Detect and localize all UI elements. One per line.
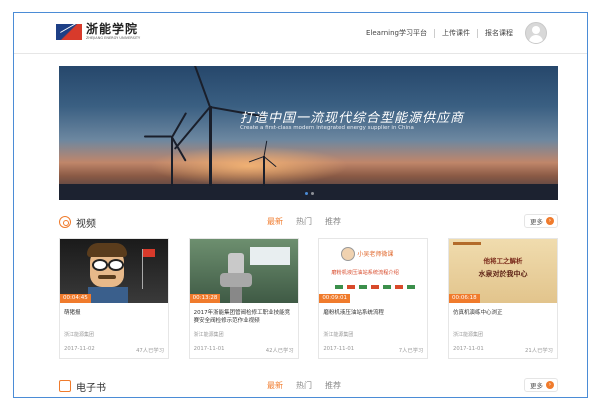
- video-org: 浙江能源集团: [64, 332, 95, 338]
- hero-banner[interactable]: 打造中国一流现代综合型能源供应商 Create a first-class mo…: [59, 66, 558, 200]
- logo-mark-icon: [56, 21, 82, 40]
- video-title[interactable]: 萌猪报: [64, 309, 164, 317]
- video-org: 浙江能源集团: [323, 332, 354, 338]
- video-org: 浙江能源集团: [452, 332, 483, 338]
- video-meta: 2017-11-02 47人已学习: [64, 346, 164, 354]
- video-section-header: 视频 最新 热门 推荐 更多 ›: [59, 213, 558, 231]
- book-icon: [59, 380, 71, 392]
- nav-divider: [476, 28, 478, 38]
- calligraphy-line: 水泉对於我中心: [478, 269, 528, 278]
- video-title[interactable]: 磨粉机液压油站系统流程: [323, 309, 423, 317]
- top-nav: Elearning学习平台 上传课件 报名课程: [366, 28, 513, 38]
- site-logo[interactable]: 浙能学院 ZHEJIANG ENERGY UNIVERSITY: [56, 21, 141, 41]
- banner-subtitle: Create a first-class modern integrated e…: [240, 125, 414, 131]
- video-card[interactable]: 他将工之解析 水泉对於我中心 00:06:18 仿真机演练中心浏正 浙江能源集团…: [447, 238, 558, 359]
- video-section-icon: [59, 216, 71, 228]
- nav-elearning-link[interactable]: Elearning学习平台: [366, 28, 427, 38]
- video-learners: 7人已学习: [398, 348, 424, 354]
- nav-upload-link[interactable]: 上传课件: [442, 28, 470, 38]
- more-label: 更多: [530, 218, 543, 226]
- site-header: 浙能学院 ZHEJIANG ENERGY UNIVERSITY Elearnin…: [14, 13, 587, 54]
- video-duration: 00:04:45: [60, 294, 91, 303]
- video-thumbnail[interactable]: 他将工之解析 水泉对於我中心 00:06:18: [448, 239, 557, 303]
- video-duration: 00:13:28: [189, 294, 221, 303]
- carousel-dot[interactable]: [311, 192, 314, 195]
- video-tabs: 最新 热门 推荐: [267, 216, 341, 227]
- video-tab-popular[interactable]: 热门: [296, 216, 312, 227]
- video-meta: 2017-11-01 7人已学习: [323, 346, 423, 354]
- video-date: 2017-11-01: [323, 346, 355, 352]
- video-section-title: 视频: [76, 219, 96, 230]
- ebook-tab-popular[interactable]: 热门: [296, 380, 312, 391]
- video-card[interactable]: 小吴老师微课 磨粉机液压油站系统流程介绍 00:09:01 磨粉机液压油站系统流…: [318, 238, 429, 359]
- carousel-dot[interactable]: [305, 192, 308, 195]
- video-title[interactable]: 2017年浙能集团管阀检修工职业技能竞赛安全阀检修示范作业视频: [194, 309, 294, 325]
- video-thumbnail[interactable]: 00:13:28: [189, 239, 298, 303]
- video-more-button[interactable]: 更多 ›: [524, 214, 558, 228]
- ebook-tab-recommended[interactable]: 推荐: [325, 380, 341, 391]
- video-title[interactable]: 仿真机演练中心浏正: [453, 309, 553, 317]
- video-learners: 21人已学习: [525, 348, 553, 354]
- video-tab-latest[interactable]: 最新: [267, 216, 283, 227]
- user-avatar-icon[interactable]: [525, 22, 547, 44]
- page-frame: 浙能学院 ZHEJIANG ENERGY UNIVERSITY Elearnin…: [13, 12, 588, 398]
- logo-subname: ZHEJIANG ENERGY UNIVERSITY: [86, 36, 141, 40]
- ebook-tabs: 最新 热门 推荐: [267, 380, 341, 391]
- slide-heading: 小吴老师微课: [357, 251, 394, 258]
- ebook-more-button[interactable]: 更多 ›: [524, 378, 558, 392]
- video-duration: 00:09:01: [319, 294, 351, 303]
- more-label: 更多: [530, 382, 543, 390]
- ebook-tab-latest[interactable]: 最新: [267, 380, 283, 391]
- video-org: 浙江能源集团: [193, 332, 224, 338]
- calligraphy-line: 他将工之解析: [483, 257, 523, 265]
- carousel-dots: [305, 192, 314, 195]
- arrow-right-icon: ›: [546, 217, 554, 225]
- video-card[interactable]: 00:13:28 2017年浙能集团管阀检修工职业技能竞赛安全阀检修示范作业视频…: [188, 238, 299, 359]
- video-meta: 2017-11-01 21人已学习: [453, 346, 553, 354]
- logo-name: 浙能学院: [86, 22, 139, 36]
- video-date: 2017-11-02: [64, 346, 95, 352]
- video-learners: 47人已学习: [136, 348, 164, 354]
- nav-divider: [433, 28, 435, 38]
- ebook-section-header: 电子书 最新 热门 推荐 更多 ›: [59, 377, 558, 395]
- nav-enroll-link[interactable]: 报名课程: [485, 28, 513, 38]
- ebook-section-title: 电子书: [76, 383, 106, 394]
- video-duration: 00:06:18: [448, 294, 480, 303]
- video-date: 2017-11-01: [452, 346, 484, 352]
- video-thumbnail[interactable]: 00:04:45: [60, 239, 168, 303]
- slide-text: 磨粉机液压油站系统流程介绍: [331, 270, 399, 276]
- banner-title: 打造中国一流现代综合型能源供应商: [240, 111, 465, 126]
- video-card-list: 00:04:45 萌猪报 浙江能源集团 2017-11-02 47人已学习 00…: [59, 238, 558, 359]
- video-card[interactable]: 00:04:45 萌猪报 浙江能源集团 2017-11-02 47人已学习: [59, 238, 169, 359]
- video-tab-recommended[interactable]: 推荐: [325, 216, 341, 227]
- video-thumbnail[interactable]: 小吴老师微课 磨粉机液压油站系统流程介绍 00:09:01: [319, 239, 428, 303]
- video-learners: 42人已学习: [265, 348, 294, 354]
- arrow-right-icon: ›: [546, 381, 554, 389]
- video-date: 2017-11-01: [193, 346, 225, 352]
- video-meta: 2017-11-01 42人已学习: [194, 346, 294, 354]
